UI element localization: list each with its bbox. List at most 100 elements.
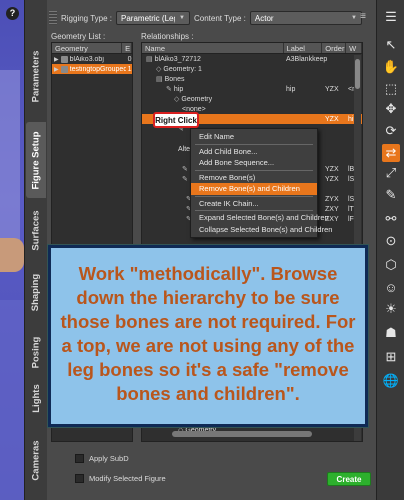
relationships-header: Name Label Order W <box>142 43 362 54</box>
tree-node-label: Alte <box>178 145 191 153</box>
figure-icon: ▤ <box>156 76 163 83</box>
globe-icon[interactable]: 🌐 <box>382 372 400 390</box>
tree-node-name: ◇Geometry <box>174 95 212 104</box>
table-row[interactable]: ◇ Geometry: 1 <box>142 64 362 74</box>
horizontal-scrollbar[interactable] <box>172 431 312 437</box>
node-icon[interactable]: ⊙ <box>382 232 400 250</box>
col-e[interactable]: E <box>122 43 132 53</box>
expand-arrow-icon[interactable]: ▶ <box>54 66 59 73</box>
tab-cameras[interactable]: Cameras <box>26 430 46 490</box>
cell-order: ZXY <box>325 205 339 213</box>
tree-node-label: Geometry: 1 <box>163 65 202 73</box>
geometry-editor-icon[interactable]: ⬡ <box>382 256 400 274</box>
bone-icon: ✎ <box>182 176 188 183</box>
light-icon[interactable]: ☀ <box>382 300 400 318</box>
geometry-icon <box>60 65 68 73</box>
rigging-type-select[interactable]: Parametric (Legacy ▼ <box>116 11 190 25</box>
pointer-icon[interactable]: ↖ <box>382 36 400 54</box>
scale-icon[interactable]: ⤢ <box>382 164 400 182</box>
region-icon[interactable]: ⊞ <box>382 348 400 366</box>
tab-parameters[interactable]: Parameters <box>26 38 46 114</box>
figure-icon: ▤ <box>146 56 153 63</box>
scrollbar-thumb[interactable] <box>355 59 360 89</box>
context-menu-item[interactable]: Collapse Selected Bone(s) and Children <box>191 224 332 236</box>
context-menu-item[interactable]: Add Bone Sequence... <box>191 157 317 169</box>
geometry-name: testingtopGrouped.obj <box>69 65 126 73</box>
col-w[interactable]: W <box>346 43 362 53</box>
table-row[interactable]: ✎ hip hip YZX <n <box>142 84 362 94</box>
list-item[interactable]: ▶ blAiko3.obj 0 <box>52 54 132 64</box>
list-item[interactable]: ▶ testingtopGrouped.obj 1 <box>52 64 132 74</box>
table-row[interactable]: ▤ blAiko3_72712 A3Blankkeep <box>142 54 362 64</box>
menu-separator <box>195 143 313 145</box>
checkbox-box[interactable] <box>75 474 84 483</box>
create-button[interactable]: Create <box>327 472 371 486</box>
tab-shaping[interactable]: Shaping <box>26 262 46 322</box>
tree-node-name: ◇ Geometry: 1 <box>156 65 202 74</box>
pane-menu-icon[interactable]: ≡ <box>356 10 370 24</box>
geometry-icon: ◇ <box>174 96 180 103</box>
viewport-strip: ? <box>0 0 24 500</box>
figure-icon[interactable]: ☺ <box>382 278 400 296</box>
geometry-list-header: Geometry E <box>52 43 132 54</box>
col-order[interactable]: Order <box>322 43 347 53</box>
rotate-icon[interactable]: ⟳ <box>382 122 400 140</box>
apply-subd-checkbox[interactable]: Apply SubD <box>75 454 129 463</box>
context-menu-item[interactable]: Add Child Bone... <box>191 146 317 158</box>
expand-arrow-icon[interactable]: ▶ <box>54 56 59 63</box>
drag-grip-icon[interactable] <box>49 11 57 25</box>
menu-separator <box>195 195 313 197</box>
chevron-down-icon: ▼ <box>179 15 185 21</box>
geometry-list-title: Geometry List : <box>51 32 106 41</box>
tree-node-name: Alte <box>178 146 190 153</box>
checkbox-box[interactable] <box>75 454 84 463</box>
viewport-background <box>0 300 24 500</box>
panel-icon[interactable]: ☰ <box>382 8 400 26</box>
col-label[interactable]: Label <box>284 43 323 53</box>
geometry-value: 0 <box>127 55 132 63</box>
relationships-title: Relationships : <box>141 32 194 41</box>
cell-label: hip <box>286 85 296 93</box>
context-menu-item[interactable]: Expand Selected Bone(s) and Children <box>191 212 329 224</box>
bone-icon: ✎ <box>166 86 172 93</box>
col-geometry[interactable]: Geometry <box>52 43 123 53</box>
tree-node-label: hip <box>173 85 184 93</box>
help-icon[interactable]: ? <box>6 7 19 20</box>
vertical-tabs: Parameters Figure Setup Surfaces Shaping… <box>25 0 47 500</box>
apply-subd-label: Apply SubD <box>89 454 129 463</box>
right-click-badge: Right Click <box>153 112 199 128</box>
tree-node-name: ▤ blAiko3_72712 <box>146 55 201 64</box>
cell-order: YZX <box>325 175 339 183</box>
tree-node-name: ✎ <box>182 175 190 183</box>
bottom-options: Apply SubD Modify Selected Figure Create <box>49 448 375 500</box>
bone-icon[interactable]: ⚯ <box>382 210 400 228</box>
cell-label: A3Blankkeep <box>286 55 328 63</box>
table-row[interactable]: ▤ Bones <box>142 74 362 84</box>
tab-surfaces[interactable]: Surfaces <box>26 200 46 260</box>
context-menu-item[interactable]: Create IK Chain... <box>191 198 317 210</box>
rigging-type-value: Parametric (Legacy <box>121 13 175 23</box>
tab-figure-setup[interactable]: Figure Setup <box>26 122 46 198</box>
instruction-callout: Work "methodically". Browse down the hie… <box>48 245 368 427</box>
context-menu-item[interactable]: Remove Bone(s) and Children <box>191 183 317 195</box>
callout-text: Work "methodically". Browse down the hie… <box>60 263 356 404</box>
menu-separator <box>195 210 313 211</box>
viewport-figure <box>0 70 20 250</box>
hand-icon[interactable]: ✋ <box>382 58 400 76</box>
translate-icon[interactable]: ✥ <box>382 100 400 118</box>
table-row[interactable]: ◇Geometry <box>142 94 362 104</box>
select-icon[interactable]: ⬚ <box>382 80 400 98</box>
geometry-icon <box>60 55 68 63</box>
col-name[interactable]: Name <box>142 43 284 53</box>
move-icon[interactable]: ⇄ <box>382 144 400 162</box>
right-toolbar: ☰ ↖ ✋ ⬚ ✥ ⟳ ⇄ ⤢ ✎ ⚯ ⊙ ⬡ ☺ ☀ ☗ ⊞ 🌐 <box>376 0 404 500</box>
cell-order: ZYX <box>325 195 339 203</box>
joint-editor-icon[interactable]: ✎ <box>382 186 400 204</box>
context-menu-item[interactable]: Edit Name <box>191 131 317 143</box>
content-type-select[interactable]: Actor ▼ <box>249 11 362 25</box>
viewport-model-skin <box>0 238 24 272</box>
modify-selected-checkbox[interactable]: Modify Selected Figure <box>75 474 166 483</box>
figure-pose-icon[interactable]: ☗ <box>382 324 400 342</box>
context-menu-item[interactable]: Remove Bone(s) <box>191 172 317 184</box>
tab-lights[interactable]: Lights <box>26 368 46 428</box>
